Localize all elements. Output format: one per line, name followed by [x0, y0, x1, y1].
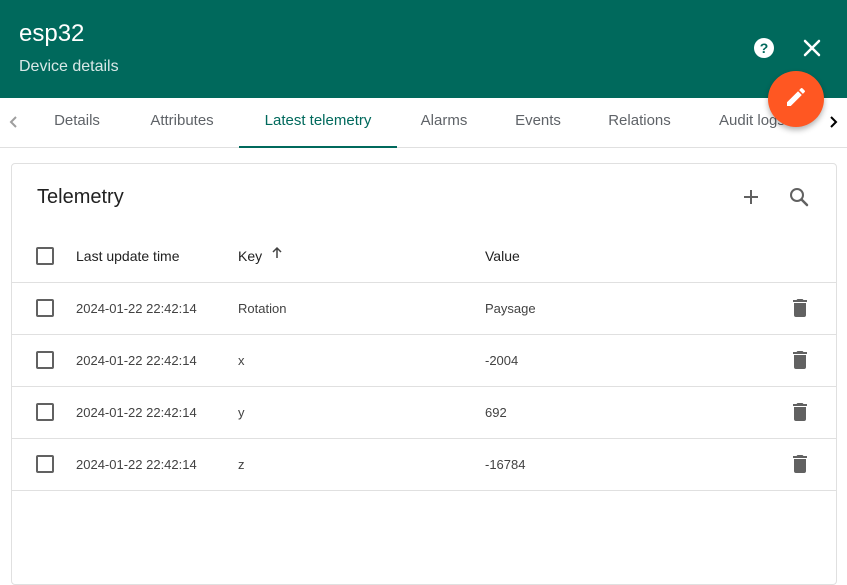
- tab-details[interactable]: Details: [29, 98, 125, 146]
- tab-bar: Details Attributes Latest telemetry Alar…: [0, 98, 847, 148]
- close-icon[interactable]: [800, 36, 824, 60]
- row-time: 2024-01-22 22:42:14: [76, 405, 197, 420]
- table-row: 2024-01-22 22:42:14 z -16784: [12, 439, 836, 491]
- arrow-up-icon: [270, 230, 284, 281]
- device-details-subtitle: Device details: [19, 58, 119, 75]
- row-checkbox[interactable]: [36, 351, 54, 369]
- telemetry-card: Telemetry Last update time Key Value 202…: [11, 163, 837, 585]
- column-header-time[interactable]: Last update time: [76, 231, 180, 282]
- table-row: 2024-01-22 22:42:14 x -2004: [12, 335, 836, 387]
- row-time: 2024-01-22 22:42:14: [76, 457, 197, 472]
- delete-icon[interactable]: [788, 348, 812, 372]
- row-key: z: [238, 457, 245, 472]
- plus-icon[interactable]: [739, 185, 763, 209]
- tab-scroll-right-icon[interactable]: [821, 110, 845, 134]
- device-name: esp32: [19, 20, 85, 47]
- column-header-value[interactable]: Value: [485, 231, 520, 282]
- column-header-key[interactable]: Key: [238, 231, 284, 282]
- edit-button[interactable]: [768, 71, 824, 127]
- row-value: 692: [485, 405, 507, 420]
- table-header-row: Last update time Key Value: [12, 231, 836, 283]
- row-value: -2004: [485, 353, 519, 368]
- pencil-icon: [784, 85, 808, 114]
- device-details-header: esp32 Device details ?: [0, 0, 847, 98]
- row-key: Rotation: [238, 301, 287, 316]
- row-checkbox[interactable]: [36, 299, 54, 317]
- row-key: y: [238, 405, 245, 420]
- delete-icon[interactable]: [788, 400, 812, 424]
- row-time: 2024-01-22 22:42:14: [76, 353, 197, 368]
- help-icon[interactable]: ?: [752, 36, 776, 60]
- table-row: 2024-01-22 22:42:14 y 692: [12, 387, 836, 439]
- row-checkbox[interactable]: [36, 455, 54, 473]
- svg-text:?: ?: [760, 40, 769, 56]
- delete-icon[interactable]: [788, 452, 812, 476]
- row-key: x: [238, 353, 245, 368]
- tab-relations[interactable]: Relations: [585, 98, 694, 146]
- tab-scroll-left-icon[interactable]: [2, 110, 26, 134]
- column-header-key-label: Key: [238, 248, 263, 264]
- delete-icon[interactable]: [788, 296, 812, 320]
- row-value: -16784: [485, 457, 526, 472]
- row-value: Paysage: [485, 301, 536, 316]
- row-checkbox[interactable]: [36, 403, 54, 421]
- tab-alarms[interactable]: Alarms: [397, 98, 491, 146]
- tab-attributes[interactable]: Attributes: [125, 98, 239, 146]
- row-time: 2024-01-22 22:42:14: [76, 301, 197, 316]
- tab-latest-telemetry[interactable]: Latest telemetry: [239, 98, 397, 148]
- select-all-checkbox[interactable]: [36, 247, 54, 265]
- search-icon[interactable]: [787, 185, 811, 209]
- tab-events[interactable]: Events: [491, 98, 585, 146]
- card-title: Telemetry: [37, 186, 124, 208]
- table-row: 2024-01-22 22:42:14 Rotation Paysage: [12, 283, 836, 335]
